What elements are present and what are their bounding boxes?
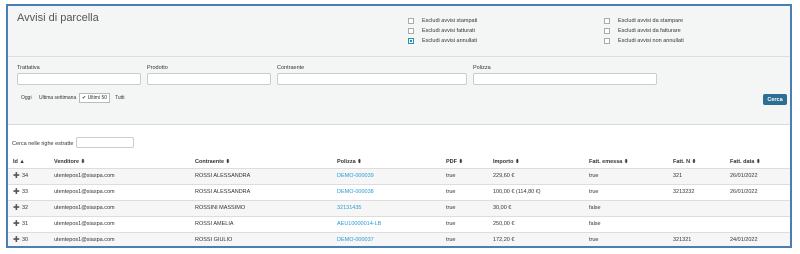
table-row[interactable]: ✚ 34 utentepos1@siaspa.com ROSSI ALESSAN… <box>8 169 790 184</box>
contraente-label: Contraente <box>277 65 305 71</box>
cell-contraente: ROSSI ALESSANDRA <box>195 173 251 179</box>
row-search-input[interactable] <box>76 137 134 148</box>
cell-fatt-emessa: true <box>589 237 599 243</box>
cell-polizza-link[interactable]: DEMO-000039 <box>337 173 374 179</box>
range-last-week[interactable]: Ultima settimana <box>39 95 76 101</box>
cell-polizza-link[interactable]: DEMO-000038 <box>337 189 374 195</box>
checkbox-exclude-invoiced[interactable]: Escludi avvisi fatturati <box>408 28 475 34</box>
cell-id: 30 <box>22 237 29 243</box>
column-header-polizza[interactable]: Polizza ⬍ <box>337 159 362 165</box>
filter-panel: Avvisi di parcella Escludi avvisi stampa… <box>8 6 790 125</box>
column-header-fatt-data[interactable]: Fatt. data ⬍ <box>730 159 761 165</box>
cell-importo: 229,60 € <box>493 173 515 179</box>
cell-importo: 30,00 € <box>493 205 512 211</box>
checkbox-label: Escludi avvisi da stampare <box>618 18 684 24</box>
cell-fatt-data: 26/01/2022 <box>730 173 758 179</box>
checkbox-box[interactable] <box>408 28 414 34</box>
cell-venditore: utentepos1@siaspa.com <box>54 221 115 227</box>
checkbox-label: Escludi avvisi da fatturare <box>618 28 681 34</box>
table-row[interactable]: ✚ 30 utentepos1@siaspa.com ROSSI GIULIO … <box>8 233 790 246</box>
cell-pdf: true <box>446 205 456 211</box>
row-search-label: Cerca nelle righe estratte <box>12 141 74 147</box>
cell-fatt-n: 3213232 <box>673 189 695 195</box>
cell-pdf: true <box>446 221 456 227</box>
prodotto-label: Prodotto <box>147 65 168 71</box>
divider <box>8 56 790 57</box>
cell-pdf: true <box>446 237 456 243</box>
cell-polizza-link[interactable]: DEMO-000037 <box>337 237 374 243</box>
checkbox-box[interactable] <box>408 18 414 24</box>
cell-importo: 250,00 € <box>493 221 515 227</box>
table-row[interactable]: ✚ 33 utentepos1@siaspa.com ROSSI ALESSAN… <box>8 185 790 200</box>
column-header-contraente[interactable]: Contraente ⬍ <box>195 159 230 165</box>
cell-fatt-data: 24/01/2022 <box>730 237 758 243</box>
range-today[interactable]: Oggi <box>21 95 32 101</box>
cell-pdf: true <box>446 173 456 179</box>
range-last-50[interactable]: ✔ Ultimi 50 <box>79 93 111 103</box>
checkbox-exclude-to-print[interactable]: Escludi avvisi da stampare <box>604 18 683 24</box>
cell-contraente: ROSSINI MASSIMO <box>195 205 246 211</box>
cell-fatt-emessa: true <box>589 189 599 195</box>
column-header-fatt-n[interactable]: Fatt. N ⬍ <box>673 159 696 165</box>
cell-contraente: ROSSI ALESSANDRA <box>195 189 251 195</box>
cell-pdf: true <box>446 189 456 195</box>
checkbox-box-checked[interactable] <box>408 38 414 44</box>
polizza-input[interactable] <box>473 73 657 85</box>
expand-icon[interactable]: ✚ <box>13 220 20 228</box>
cell-fatt-n: 321 <box>673 173 683 179</box>
cell-venditore: utentepos1@siaspa.com <box>54 205 115 211</box>
cell-polizza-link[interactable]: AEU10000014-LB <box>337 221 381 227</box>
cell-polizza-link[interactable]: 32131435 <box>337 205 361 211</box>
cell-fatt-data: 26/01/2022 <box>730 189 758 195</box>
cell-id: 33 <box>22 189 29 195</box>
column-header-id[interactable]: Id ▲ <box>13 159 25 165</box>
column-header-fatt-emessa[interactable]: Fatt. emessa ⬍ <box>589 159 628 165</box>
contraente-input[interactable] <box>277 73 467 85</box>
expand-icon[interactable]: ✚ <box>13 172 20 180</box>
checkbox-box[interactable] <box>604 18 610 24</box>
cell-fatt-emessa: false <box>589 205 601 211</box>
cell-venditore: utentepos1@siaspa.com <box>54 237 115 243</box>
range-all[interactable]: Tutti <box>115 95 125 101</box>
table-row[interactable]: ✚ 32 utentepos1@siaspa.com ROSSINI MASSI… <box>8 201 790 216</box>
checkbox-label: Escludi avvisi fatturati <box>422 28 475 34</box>
cell-contraente: ROSSI GIULIO <box>195 237 233 243</box>
expand-icon[interactable]: ✚ <box>13 236 20 244</box>
cell-id: 32 <box>22 205 29 211</box>
search-button[interactable]: Cerca <box>763 94 787 105</box>
trattativa-input[interactable] <box>17 73 141 85</box>
polizza-label: Polizza <box>473 65 491 71</box>
checkbox-exclude-printed[interactable]: Escludi avvisi stampati <box>408 18 477 24</box>
expand-icon[interactable]: ✚ <box>13 188 20 196</box>
cell-importo: 100,00 € (114,80 €) <box>493 189 541 195</box>
checkbox-label: Escludi avvisi annullati <box>422 38 478 44</box>
page-title: Avvisi di parcella <box>17 12 99 24</box>
checkbox-exclude-cancelled[interactable]: Escludi avvisi annullati <box>408 38 477 44</box>
cell-importo: 172,20 € <box>493 237 515 243</box>
cell-fatt-emessa: false <box>589 221 601 227</box>
cell-fatt-n: 321321 <box>673 237 692 243</box>
main-window: Avvisi di parcella Escludi avvisi stampa… <box>6 4 792 248</box>
cell-venditore: utentepos1@siaspa.com <box>54 189 115 195</box>
table-row[interactable]: ✚ 31 utentepos1@siaspa.com ROSSI AMELIA … <box>8 217 790 232</box>
column-header-importo[interactable]: Importo ⬍ <box>493 159 520 165</box>
checkbox-box[interactable] <box>604 28 610 34</box>
checkbox-exclude-to-invoice[interactable]: Escludi avvisi da fatturare <box>604 28 681 34</box>
checkbox-label: Escludi avvisi stampati <box>422 18 478 24</box>
cell-contraente: ROSSI AMELIA <box>195 221 234 227</box>
column-header-pdf[interactable]: PDF ⬍ <box>446 159 463 165</box>
expand-icon[interactable]: ✚ <box>13 204 20 212</box>
trattativa-label: Trattativa <box>17 65 40 71</box>
cell-venditore: utentepos1@siaspa.com <box>54 173 115 179</box>
checkbox-box[interactable] <box>604 38 610 44</box>
cell-id: 31 <box>22 221 29 227</box>
column-header-venditore[interactable]: Venditore ⬍ <box>54 159 85 165</box>
checkbox-label: Escludi avvisi non annullati <box>618 38 684 44</box>
checkbox-exclude-not-cancelled[interactable]: Escludi avvisi non annullati <box>604 38 684 44</box>
cell-id: 34 <box>22 173 29 179</box>
cell-fatt-emessa: true <box>589 173 599 179</box>
prodotto-input[interactable] <box>147 73 271 85</box>
